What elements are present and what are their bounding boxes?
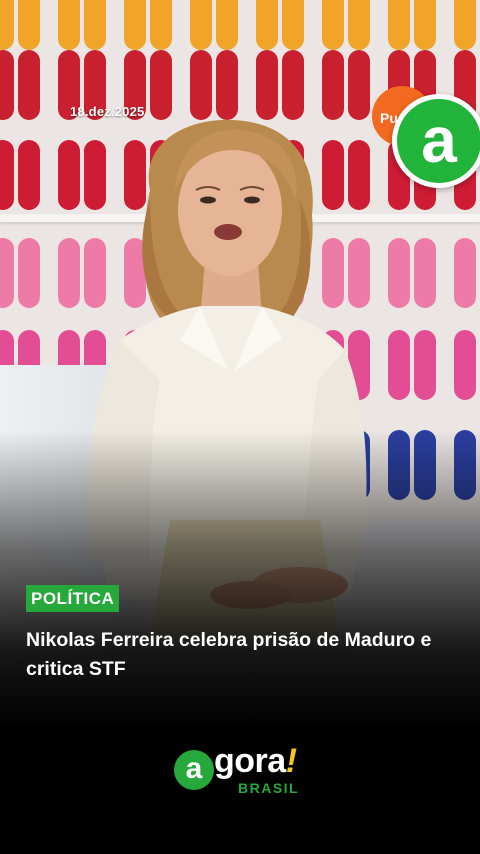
logo-wordmark: gora! xyxy=(214,742,297,781)
agora-brasil-logo: a gora! BRASIL xyxy=(170,742,320,804)
headline: Nikolas Ferreira celebra prisão de Madur… xyxy=(26,629,432,680)
logo-exclamation: ! xyxy=(285,742,297,780)
logo-subtitle: BRASIL xyxy=(238,780,300,796)
agora-corner-logo: a xyxy=(392,94,480,188)
logo-a-letter: a xyxy=(185,752,203,785)
video-date: 18.dez.2025 xyxy=(70,104,145,119)
logo-word-text: gora xyxy=(214,742,286,780)
video-frame[interactable]: 18.dez.2025 Pu a POLÍTICA Nikolas Ferrei… xyxy=(0,0,480,854)
category-tag: POLÍTICA xyxy=(26,585,120,612)
logo-a-circle: a xyxy=(174,750,214,790)
agora-corner-letter: a xyxy=(421,104,457,176)
